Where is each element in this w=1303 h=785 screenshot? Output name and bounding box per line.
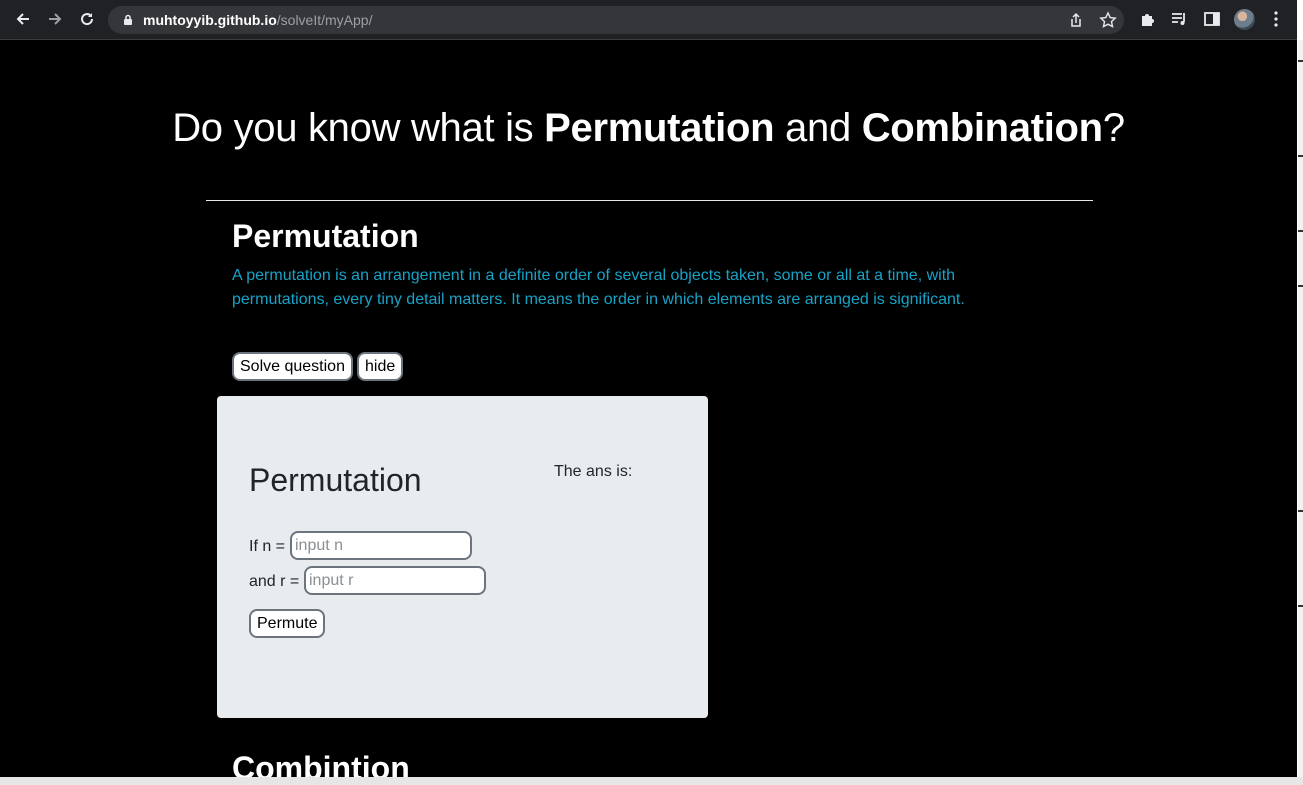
url-text: muhtoyyib.github.io/solveIt/myApp/: [143, 12, 372, 28]
n-label: If n =: [249, 538, 286, 555]
title-text: Do you know what is: [172, 106, 545, 150]
kebab-menu-icon[interactable]: [1267, 10, 1285, 28]
lock-icon: [124, 14, 132, 25]
bookmark-star-icon[interactable]: [1099, 11, 1117, 29]
title-permutation-word: Permutation: [544, 106, 775, 150]
page-viewport: Do you know what is Permutation and Comb…: [0, 40, 1297, 777]
media-control-icon[interactable]: [1170, 10, 1188, 28]
r-label: and r =: [249, 573, 300, 590]
title-text: ?: [1102, 106, 1125, 150]
permutation-heading: Permutation: [232, 218, 419, 254]
combination-heading: Combintion: [232, 750, 410, 777]
browser-toolbar: muhtoyyib.github.io/solveIt/myApp/: [0, 0, 1297, 40]
address-bar[interactable]: muhtoyyib.github.io/solveIt/myApp/: [108, 6, 1124, 34]
extensions-puzzle-icon[interactable]: [1139, 10, 1157, 28]
title-combination-word: Combination: [861, 106, 1103, 150]
adjacent-window-edge: [1298, 40, 1303, 785]
page-title: Do you know what is Permutation and Comb…: [0, 106, 1297, 151]
reload-icon[interactable]: [76, 8, 98, 30]
r-input[interactable]: [304, 566, 486, 595]
n-input[interactable]: [290, 531, 472, 560]
hide-button[interactable]: hide: [357, 352, 404, 381]
share-icon[interactable]: [1067, 11, 1085, 29]
card-title: Permutation: [249, 462, 422, 498]
permutation-calculator-card: Permutation The ans is: If n = and r = P…: [217, 396, 708, 718]
title-text: and: [774, 106, 862, 150]
profile-avatar[interactable]: [1234, 9, 1255, 30]
forward-arrow-icon[interactable]: [44, 8, 66, 30]
window-bottom-edge: [0, 777, 1303, 785]
permutation-description: A permutation is an arrangement in a def…: [232, 267, 965, 308]
answer-label: The ans is:: [554, 463, 633, 480]
side-panel-icon[interactable]: [1203, 10, 1221, 28]
divider: [206, 200, 1093, 201]
url-host: muhtoyyib.github.io: [143, 12, 277, 28]
solve-question-button[interactable]: Solve question: [232, 352, 353, 381]
back-arrow-icon[interactable]: [12, 8, 34, 30]
url-path: /solveIt/myApp/: [276, 12, 373, 28]
permute-button[interactable]: Permute: [249, 609, 326, 638]
